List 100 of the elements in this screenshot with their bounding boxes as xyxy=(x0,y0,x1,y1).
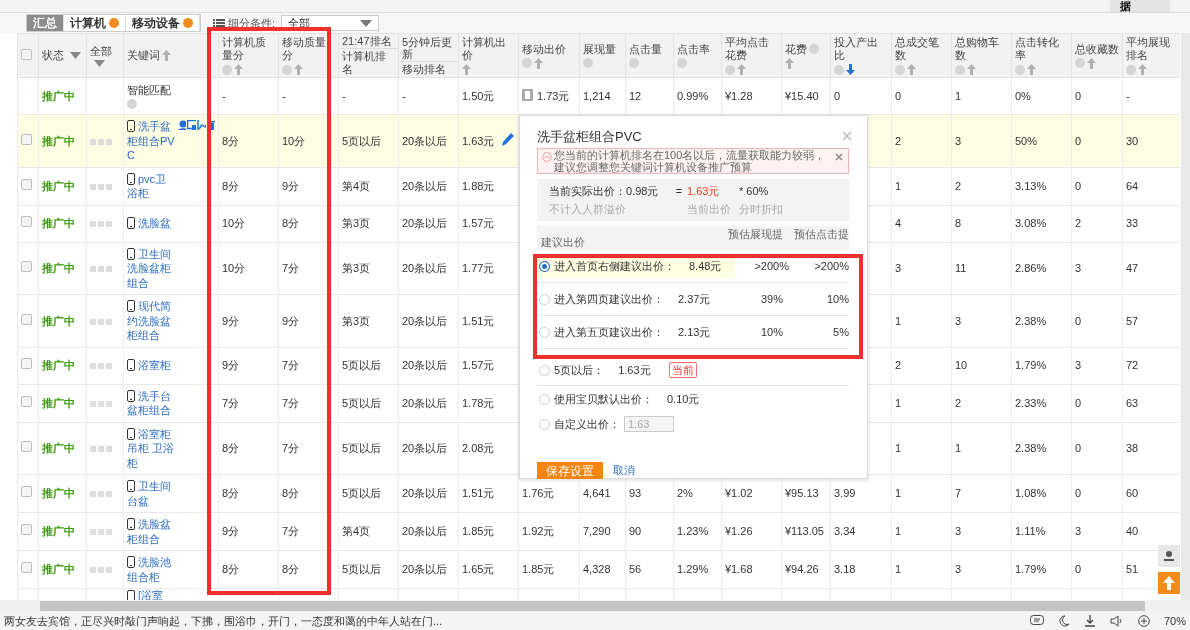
table-cell: 10分 xyxy=(282,134,306,147)
row-checkbox[interactable] xyxy=(21,441,32,452)
bars-icon xyxy=(90,491,112,498)
sort-up-icon[interactable] xyxy=(162,50,171,61)
vertical-scrollbar[interactable] xyxy=(1181,33,1190,600)
caret-icon[interactable] xyxy=(360,19,373,27)
view-tab[interactable]: 计算机 xyxy=(64,15,126,31)
help-icon[interactable] xyxy=(1015,64,1025,75)
help-icon[interactable] xyxy=(222,64,232,75)
table-cell: 90 xyxy=(629,525,642,538)
service-button[interactable] xyxy=(1158,545,1180,567)
user-icon[interactable] xyxy=(177,120,186,130)
table-cell: 2 xyxy=(955,179,962,192)
sort-up-icon[interactable] xyxy=(534,57,543,69)
help-icon[interactable] xyxy=(522,58,532,68)
help-icon[interactable] xyxy=(1126,64,1136,75)
chart-icon[interactable] xyxy=(197,120,206,130)
person-icon[interactable] xyxy=(1163,550,1175,562)
clicks-lift: 5% xyxy=(832,326,849,338)
cancel-link[interactable]: 取消 xyxy=(613,463,635,478)
help-icon[interactable] xyxy=(677,58,687,68)
row-checkbox[interactable] xyxy=(21,313,32,325)
close-icon[interactable] xyxy=(835,153,843,161)
zoom-in-icon[interactable] xyxy=(1137,615,1150,627)
help-icon[interactable] xyxy=(955,64,965,75)
view-tab[interactable]: 移动设备 xyxy=(126,15,200,31)
column-header: 点击量 xyxy=(629,43,662,56)
table-cell: 30 xyxy=(1126,134,1139,147)
sort-down-icon[interactable] xyxy=(846,64,855,75)
help-icon[interactable] xyxy=(282,64,292,75)
row-checkbox[interactable] xyxy=(21,524,32,536)
bars-icon xyxy=(90,446,112,452)
sort-up-icon[interactable] xyxy=(1027,64,1036,75)
help-icon[interactable] xyxy=(583,58,593,68)
sort-up-icon[interactable] xyxy=(1138,64,1147,75)
row-checkbox[interactable] xyxy=(21,216,32,228)
view-tab[interactable]: 汇总 xyxy=(27,15,64,31)
table-cell: 2 xyxy=(895,134,902,147)
horizontal-scrollbar[interactable] xyxy=(0,600,1190,612)
moon-icon[interactable] xyxy=(1057,615,1070,627)
sort-up-icon[interactable] xyxy=(967,64,976,75)
row-checkbox[interactable] xyxy=(21,562,32,574)
impressions-lift: 10% xyxy=(759,326,783,338)
download-icon[interactable] xyxy=(1083,615,1096,627)
table-cell: 3 xyxy=(1075,359,1082,372)
table-cell: - xyxy=(342,89,346,102)
row-checkbox[interactable] xyxy=(21,178,32,190)
table-cell: 7分 xyxy=(282,396,300,409)
help-icon[interactable] xyxy=(809,44,819,54)
monitor-icon[interactable] xyxy=(187,120,196,130)
help-icon[interactable] xyxy=(725,64,735,75)
table-cell: 1.73元 xyxy=(537,89,570,102)
column-header: 投入产出比 xyxy=(834,36,879,62)
column-header[interactable]: 状态 xyxy=(42,49,64,62)
sort-up-icon[interactable] xyxy=(785,57,794,69)
pencil-icon[interactable] xyxy=(502,133,515,146)
sort-up-icon[interactable] xyxy=(462,64,471,75)
sort-up-icon[interactable] xyxy=(737,64,746,75)
column-header: 移动质量分 xyxy=(282,36,327,62)
help-icon[interactable] xyxy=(629,58,639,68)
help-icon[interactable] xyxy=(1075,58,1085,68)
table-cell: 5页以后 xyxy=(342,487,382,500)
help-icon[interactable] xyxy=(127,99,137,110)
sort-up-icon[interactable] xyxy=(907,64,916,75)
table-cell: 1.57元 xyxy=(462,217,495,230)
sort-up-icon[interactable] xyxy=(294,64,303,75)
caret-icon[interactable] xyxy=(70,52,81,59)
select-all-checkbox[interactable] xyxy=(21,48,32,60)
speaker-icon[interactable] xyxy=(1109,615,1124,627)
table-cell: 第3页 xyxy=(342,314,371,327)
data-button[interactable]: 据 xyxy=(1110,0,1170,12)
table-cell: 5页以后 xyxy=(342,442,382,454)
table-cell: 2.38% xyxy=(1015,442,1047,454)
table-cell: 7分 xyxy=(282,359,300,372)
row-checkbox[interactable] xyxy=(21,486,32,498)
row-checkbox[interactable] xyxy=(21,395,32,407)
row-checkbox[interactable] xyxy=(21,358,32,370)
table-cell: 3.13% xyxy=(1015,179,1047,192)
option-label: 自定义出价： xyxy=(554,416,620,432)
keyword-text: 智能匹配 xyxy=(127,82,172,98)
sort-up-icon[interactable] xyxy=(1087,57,1096,69)
caret-icon[interactable] xyxy=(94,59,105,67)
help-icon[interactable] xyxy=(895,64,905,75)
table-cell: 64 xyxy=(1126,179,1139,192)
bars-icon xyxy=(90,266,112,272)
table-cell: 1 xyxy=(895,525,902,538)
arrow-up-icon[interactable] xyxy=(1163,576,1175,590)
comment-icon[interactable] xyxy=(1029,615,1044,627)
row-checkbox[interactable] xyxy=(21,261,32,272)
table-cell: 9分 xyxy=(282,179,300,192)
back-to-top-button[interactable] xyxy=(1158,572,1180,594)
column-header: 预估展现提 xyxy=(727,228,783,241)
radio-button[interactable] xyxy=(539,260,550,272)
warning-text: 您当前的计算机排名在100名以后，流量获取能力较弱，建议您调整您关键词计算机设备推广预算 xyxy=(554,149,826,173)
sort-up-icon[interactable] xyxy=(234,64,243,75)
row-checkbox[interactable] xyxy=(21,133,32,145)
table-cell: 20条以后 xyxy=(402,134,448,147)
close-icon[interactable] xyxy=(842,131,852,141)
status-text: 推广中 xyxy=(42,525,75,538)
column-header[interactable]: 全部 xyxy=(90,44,112,58)
